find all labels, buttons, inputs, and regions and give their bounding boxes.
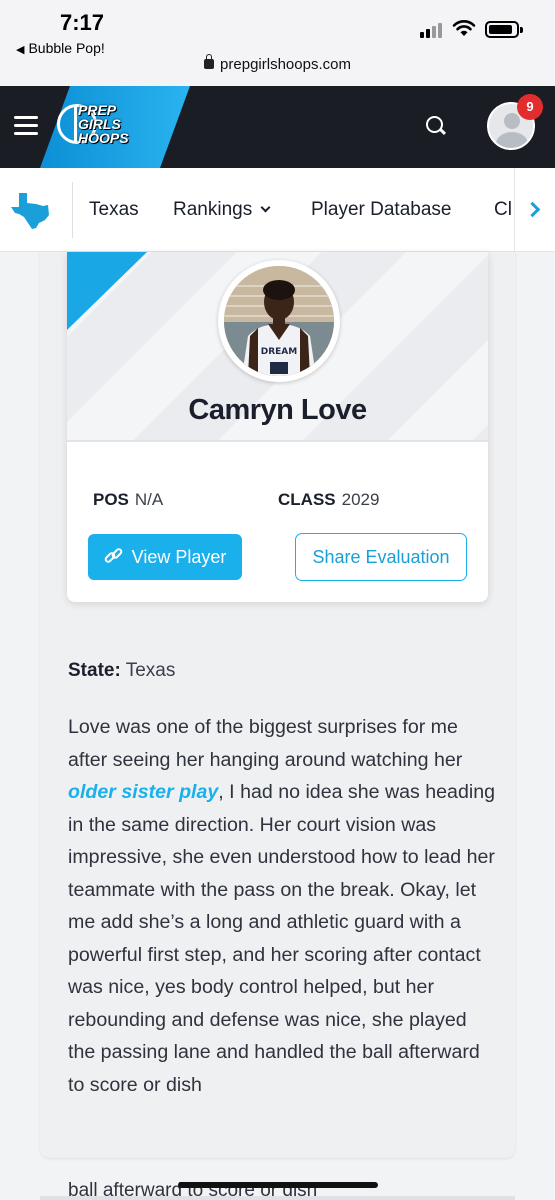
- share-evaluation-button[interactable]: Share Evaluation: [295, 533, 467, 581]
- logo-line-3: HOOPS: [78, 130, 129, 146]
- logo-line-2: GIRLS: [78, 116, 121, 132]
- avatar-head: [504, 113, 520, 129]
- nav-item-rankings-label: Rankings: [173, 199, 253, 220]
- position-label: POS: [93, 490, 129, 509]
- evaluation-text-part-1: Love was one of the biggest surprises fo…: [68, 716, 463, 771]
- evaluation-text-part-2: , I had no idea she was heading in the s…: [68, 781, 495, 1096]
- player-photo: DREAM: [224, 266, 334, 376]
- player-photo-frame: DREAM: [218, 260, 340, 382]
- card-corner-accent: [67, 252, 147, 330]
- search-icon[interactable]: [426, 116, 446, 136]
- url-bar[interactable]: prepgirlshoops.com: [0, 54, 555, 73]
- player-card-header: DREAM Camryn Love: [67, 252, 488, 442]
- nav-item-truncated[interactable]: Cl: [494, 199, 512, 221]
- back-triangle-icon: ◀: [16, 44, 25, 56]
- notification-badge[interactable]: 9: [517, 94, 543, 120]
- evaluation-text: Love was one of the biggest surprises fo…: [68, 711, 498, 1101]
- bottom-card-edge: [40, 1196, 515, 1200]
- chevron-down-icon: [260, 202, 271, 213]
- wifi-icon: [452, 20, 476, 36]
- lock-icon: [204, 54, 215, 69]
- url-text: prepgirlshoops.com: [220, 56, 351, 73]
- position-stat: POS N/A: [93, 490, 163, 510]
- state-label: State:: [68, 660, 121, 681]
- class-stat: CLASS 2029: [278, 490, 379, 510]
- state-line: State: Texas: [68, 660, 175, 682]
- nav-item-texas[interactable]: Texas: [89, 199, 139, 221]
- older-sister-link[interactable]: older sister play: [68, 781, 218, 803]
- site-header: PREP GIRLS HOOPS 9: [0, 86, 555, 168]
- avatar-body: [496, 132, 528, 148]
- nav-divider: [72, 182, 73, 238]
- class-value: 2029: [341, 490, 380, 509]
- battery-icon: [485, 21, 523, 38]
- site-logo[interactable]: PREP GIRLS HOOPS: [78, 103, 129, 145]
- nav-item-rankings[interactable]: Rankings: [173, 199, 271, 221]
- status-time: 7:17: [60, 10, 105, 35]
- back-app-label: Bubble Pop!: [28, 40, 105, 56]
- status-bar: 7:17 ◀ Bubble Pop! prepgirlshoops.com: [0, 0, 555, 86]
- nav-item-player-database[interactable]: Player Database: [311, 199, 451, 221]
- jersey-text: DREAM: [261, 347, 298, 357]
- home-indicator[interactable]: [178, 1182, 378, 1188]
- class-label: CLASS: [278, 490, 336, 509]
- state-nav: Texas Rankings Player Database Cl: [0, 168, 555, 252]
- link-icon: [102, 547, 124, 565]
- view-player-button[interactable]: View Player: [88, 534, 242, 580]
- state-value: Texas: [125, 660, 176, 681]
- player-card: DREAM Camryn Love POS N/A CLASS 2029 View …: [67, 252, 488, 602]
- view-player-label: View Player: [131, 547, 227, 567]
- position-value: N/A: [134, 490, 164, 509]
- cellular-signal-icon: [420, 22, 446, 38]
- player-name: Camryn Love: [188, 394, 367, 426]
- texas-state-icon[interactable]: [10, 190, 52, 230]
- logo-line-1: PREP: [78, 102, 117, 118]
- back-to-app-link[interactable]: ◀ Bubble Pop!: [16, 40, 105, 56]
- hamburger-menu-icon[interactable]: [14, 116, 38, 136]
